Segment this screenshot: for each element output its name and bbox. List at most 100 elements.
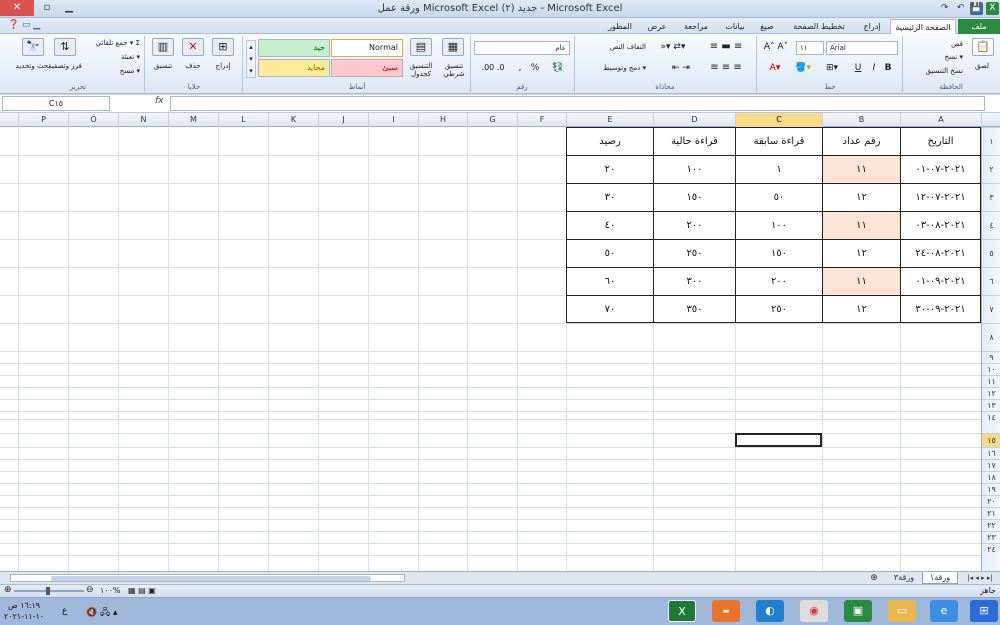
zoom-out-icon[interactable]: ⊖ [86,585,94,595]
row-header-8[interactable]: ٨ [982,323,1000,351]
header-meter-number[interactable]: رقم عداد [823,128,901,156]
indent-icon[interactable]: ⇤ ⇥ [666,63,696,73]
delete-cells-icon[interactable]: ✕ [182,38,204,56]
tab-page-layout[interactable]: تخطيط الصفحة [786,19,852,34]
find-select-button[interactable]: بحث وتحديد [14,62,52,70]
percent-button[interactable]: % [528,63,542,73]
column-header-c[interactable]: C [735,113,822,127]
cell-current[interactable]: ١٥٠ [654,184,736,212]
column-header-a[interactable]: A [900,113,981,127]
borders-icon[interactable]: ⊞▾ [818,63,846,73]
cell-balance[interactable]: ٦٠ [567,268,654,296]
tab-insert[interactable]: إدراج [856,19,888,34]
chrome-icon[interactable]: ◉ [800,600,828,622]
column-header-n[interactable]: N [118,113,168,127]
autosum-button[interactable]: جمع تلقائي ▾ Σ [80,39,140,47]
fill-color-icon[interactable]: 🪣▾ [790,63,816,73]
start-icon[interactable]: ⊞ [970,600,998,622]
row-header-23[interactable]: ٢٣ [982,531,1000,543]
styles-scroll-icon[interactable]: ▴ ▾ ▾ [246,40,256,78]
cell-date[interactable]: ٢٠٢١-٠٨-٠٣ [901,212,981,240]
tray-icons[interactable]: 🔇 🖧 ▴ [86,605,117,621]
font-color-icon[interactable]: A▾ [762,63,788,73]
header-balance[interactable]: رصيد [567,128,654,156]
cell-current[interactable]: ٣٥٠ [654,296,736,323]
style-normal[interactable]: Normal [331,39,403,57]
excel-taskbar-icon[interactable]: X [668,600,696,622]
align-top-icon[interactable]: ≡ ▬ ≡ [700,41,752,52]
sort-filter-button[interactable]: فرز وتصفية [48,62,82,70]
row-header-6[interactable]: ٦ [982,267,1000,295]
conditional-formatting-button[interactable]: تنسيق شرطي [438,62,470,78]
row-header-1[interactable]: ١ [982,127,1000,155]
column-header-b[interactable]: B [822,113,900,127]
row-header-2[interactable]: ٢ [982,155,1000,183]
view-buttons-icon[interactable]: ▦ ▤ ▣ [128,586,156,595]
cell-previous[interactable]: ٥٠ [736,184,823,212]
style-good[interactable]: جيد [258,39,330,57]
formula-input[interactable] [170,96,985,111]
format-as-table-icon[interactable]: ▤ [410,38,432,56]
save-icon[interactable]: 💾 [970,2,983,15]
decimal-icon[interactable]: .00 .0 [476,63,510,72]
cell-meter[interactable]: ١٢ [823,296,901,323]
italic-button[interactable]: I [868,63,880,73]
row-header-16[interactable]: ١٦ [982,447,1000,459]
insert-cells-icon[interactable]: ⊞ [212,38,234,56]
sheet-tab-3[interactable]: ورقة٣ [888,572,920,584]
font-grow-icon[interactable]: A˄ A˅ [760,42,792,52]
font-name-select[interactable]: Arial [826,41,898,55]
zoom-level[interactable]: ١٠٠% [100,586,121,595]
column-header-p[interactable]: P [18,113,68,127]
name-box[interactable]: C١٥ [2,96,110,111]
row-header-12[interactable]: ١٢ [982,387,1000,399]
cell-previous[interactable]: ١٠٠ [736,212,823,240]
wrap-text-button[interactable]: التفاف النص [584,43,646,51]
sheet-nav-icon[interactable]: |◂ ◂ ▸ ▸| [960,572,1000,584]
cell-current[interactable]: ٢٥٠ [654,240,736,268]
number-format-select[interactable]: عام [474,41,570,55]
minimize-button[interactable]: ▁ [56,0,82,16]
conditional-formatting-icon[interactable]: ▦ [442,38,464,56]
ie-icon[interactable]: e [930,600,958,622]
underline-button[interactable]: U [852,63,864,73]
row-header-9[interactable]: ٩ [982,351,1000,363]
cell-date[interactable]: ٢٠٢١-٠٧-١٢ [901,184,981,212]
header-current-reading[interactable]: قراءة حالية [654,128,736,156]
tab-formulas[interactable]: صيغ [752,19,782,34]
row-header-22[interactable]: ٢٢ [982,519,1000,531]
row-header-3[interactable]: ٣ [982,183,1000,211]
column-header-g[interactable]: G [467,113,517,127]
row-header-4[interactable]: ٤ [982,211,1000,239]
redo-icon[interactable]: ↷ [938,2,951,15]
zoom-in-icon[interactable]: ⊕ [4,585,12,595]
currency-icon[interactable]: 💱 [546,63,570,73]
row-header-15[interactable]: ١٥ [982,433,1000,447]
column-header-h[interactable]: H [418,113,467,127]
font-size-select[interactable]: ١١ [796,41,824,55]
tab-review[interactable]: مراجعة [676,19,716,34]
close-button[interactable]: ✕ [0,0,34,16]
row-header-19[interactable]: ١٩ [982,483,1000,495]
cell-balance[interactable]: ٣٠ [567,184,654,212]
cell-balance[interactable]: ٢٠ [567,156,654,184]
cell-current[interactable]: ٣٠٠ [654,268,736,296]
sort-filter-icon[interactable]: ⇅ [54,38,76,56]
row-header-11[interactable]: ١١ [982,375,1000,387]
column-header-l[interactable]: L [218,113,268,127]
find-select-icon[interactable]: 🔭 [22,38,44,56]
cell-previous[interactable]: ٢٥٠ [736,296,823,323]
cell-balance[interactable]: ٥٠ [567,240,654,268]
copy-button[interactable]: نسخ ▾ [925,53,963,61]
zoom-slider[interactable] [14,587,84,595]
row-header-18[interactable]: ١٨ [982,471,1000,483]
row-header-13[interactable]: ١٣ [982,399,1000,411]
header-previous-reading[interactable]: قراءة سابقة [736,128,823,156]
undo-icon[interactable]: ↶ [954,2,967,15]
format-cells-button[interactable]: تنسيق [148,62,178,70]
fx-icon[interactable]: fx [155,96,164,106]
cut-button[interactable]: قص [925,40,963,48]
delete-cells-button[interactable]: حذف [178,62,208,70]
cell-current[interactable]: ٢٠٠ [654,212,736,240]
row-header-10[interactable]: ١٠ [982,363,1000,375]
